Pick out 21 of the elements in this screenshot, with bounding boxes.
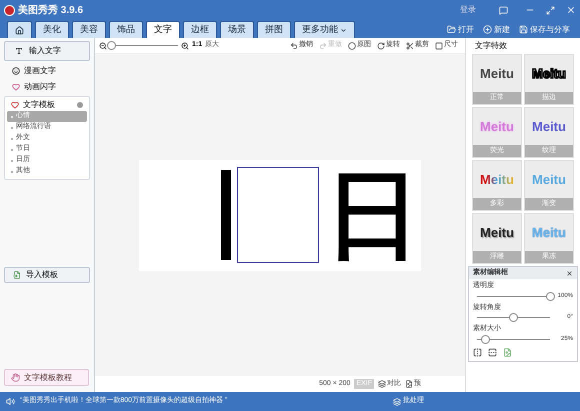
tab[interactable]: 场景 (220, 21, 254, 38)
canvas-glyph: 日 (325, 167, 421, 263)
template-header[interactable]: 文字模板 (7, 99, 87, 111)
login-link[interactable]: 登录 (460, 4, 476, 16)
effects-title: 文字特效 (474, 40, 508, 52)
file-action-button[interactable]: 新建 (480, 21, 513, 38)
menu-item[interactable]: 动画闪字 (4, 80, 90, 93)
file-action-button[interactable]: 保存与分享 (516, 21, 573, 38)
file-action-button[interactable]: 打开 (444, 21, 477, 38)
tab[interactable]: 美化 (35, 21, 69, 38)
input-text-button[interactable]: 输入文字 (4, 41, 90, 61)
tab[interactable]: 美容 (72, 21, 106, 38)
tab[interactable]: 拼图 (257, 21, 291, 38)
import-template-button[interactable]: 导入模板 (4, 266, 90, 282)
tab[interactable]: 边框 (183, 21, 217, 38)
window-title: 美图秀秀 3.9.6 (18, 3, 84, 18)
tutorial-button[interactable]: 文字模板教程 (4, 369, 89, 386)
menu-item[interactable]: 漫画文字 (4, 64, 90, 77)
tab[interactable]: 更多功能 (294, 21, 355, 38)
tab[interactable]: 饰品 (109, 21, 143, 38)
tab[interactable]: 文字 (146, 21, 180, 38)
